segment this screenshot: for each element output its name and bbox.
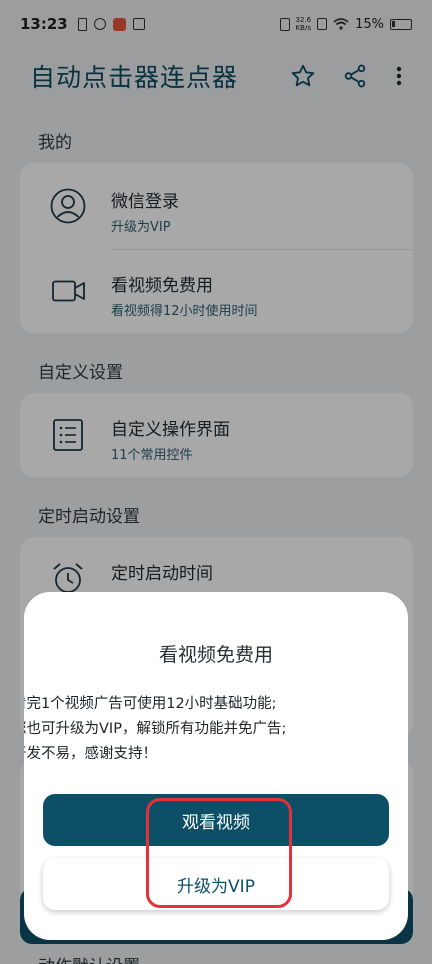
dialog-message: 看完1个视频广告可使用12小时基础功能; 您也可升级为VIP，解锁所有功能并免广… bbox=[24, 692, 408, 767]
highlight-box bbox=[146, 798, 292, 908]
dialog-line: 开发不易，感谢支持！ bbox=[24, 746, 157, 762]
dialog-line: 看完1个视频广告可使用12小时基础功能; bbox=[24, 696, 277, 712]
dialog-title: 看视频免费用 bbox=[158, 644, 273, 666]
dialog-line: 您也可升级为VIP，解锁所有功能并免广告; bbox=[24, 721, 287, 737]
